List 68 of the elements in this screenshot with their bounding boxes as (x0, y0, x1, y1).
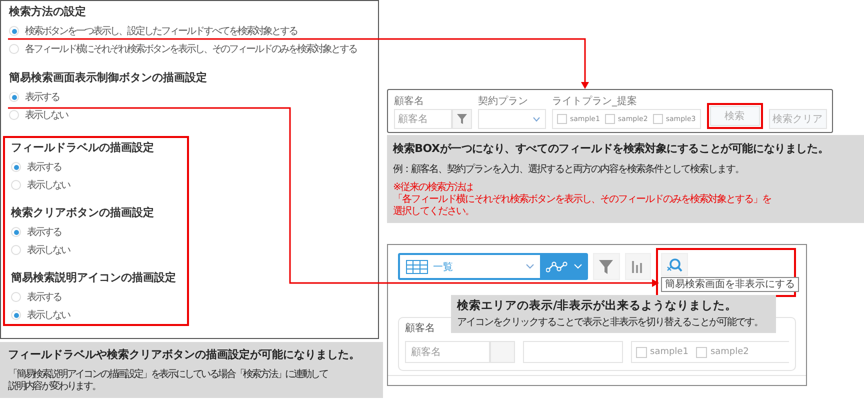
radio-button[interactable] (11, 180, 21, 190)
bar-chart-icon (632, 260, 644, 272)
search-button[interactable]: 検索 (710, 106, 760, 126)
radio-button[interactable] (9, 110, 19, 120)
note-text: 例：顧客名、契約プランを入力、選択すると両方の内容を検索条件として検索します。 (393, 162, 745, 176)
graph-icon (546, 260, 568, 272)
section-heading: フィールドラベルの描画設定 (11, 140, 155, 156)
section-heading: 簡易検索画面表示制御ボタンの描画設定 (9, 70, 208, 86)
note-text: 「簡易検索説明アイコンの描画設定」を表示にしている場合「検索方法」に連動して (8, 369, 329, 380)
radio-button[interactable] (9, 92, 19, 102)
radio-button[interactable] (11, 292, 21, 302)
warning-text: 選択してください。 (393, 206, 475, 218)
filter-button[interactable] (593, 253, 620, 280)
radio-button[interactable] (11, 245, 21, 255)
dropdown[interactable] (478, 109, 546, 129)
checkbox[interactable] (636, 346, 647, 358)
option-label: 各フィールド横にそれぞれ検索ボタンを表示し、そのフィールドのみを検索対象とする (25, 42, 356, 56)
filter-button[interactable] (452, 109, 472, 129)
option-label: 表示する (27, 290, 61, 304)
chevron-down-icon (574, 264, 582, 269)
input-field[interactable]: 顧客名 (405, 341, 490, 363)
checkbox[interactable] (652, 114, 663, 124)
option-label: 表示しない (27, 178, 70, 192)
checkbox[interactable] (604, 114, 615, 124)
radio-button[interactable] (9, 44, 19, 54)
field-label: 契約プラン (478, 96, 529, 108)
note-text: 説明内容が変わります。 (8, 381, 102, 393)
option-label: 表示しない (27, 308, 70, 322)
chart-button[interactable] (624, 253, 651, 280)
field-label: 顧客名 (405, 322, 435, 336)
input-field[interactable]: 顧客名 (394, 109, 452, 129)
warning-text: ※従来の検索方法は (393, 182, 474, 194)
field-label: 顧客名 (394, 96, 425, 108)
filter-icon (599, 260, 614, 274)
radio-button[interactable] (11, 162, 21, 172)
search-icon (666, 258, 682, 272)
radio-button[interactable] (11, 227, 21, 237)
option-label: 表示する (25, 90, 59, 104)
option-label: 表示しない (27, 244, 70, 257)
dropdown[interactable] (523, 341, 623, 363)
checkbox-label: sample1 (650, 347, 688, 357)
clear-button[interactable]: 検索クリア (768, 109, 827, 129)
radio-button[interactable] (11, 310, 21, 320)
checkbox[interactable] (696, 346, 708, 358)
note-title: 検索エリアの表示/非表示が出来るようなりました。 (457, 298, 738, 313)
section-heading: 検索クリアボタンの描画設定 (11, 205, 155, 221)
field-label: ライトプラン_提案 (552, 96, 638, 108)
note-title: 検索BOXが一つになり、すべてのフィールドを検索対象にすることが可能になりました。 (393, 141, 830, 156)
view-selector[interactable]: 一覧 (398, 253, 588, 280)
option-label: 表示する (27, 226, 61, 239)
warning-text: 「各フィールド横にそれぞれ検索ボタンを表示し、そのフィールドのみを検索対象とする」を (393, 194, 772, 206)
table-icon (406, 260, 428, 274)
option-label: 検索ボタンを一つ表示し、設定したフィールドすべてを検索対象とする (25, 24, 297, 38)
filter-icon (457, 114, 467, 124)
chevron-down-icon (533, 116, 540, 122)
view-name: 一覧 (433, 260, 454, 274)
checkbox-label: sample2 (710, 347, 749, 357)
checkbox[interactable] (557, 114, 567, 124)
option-label: 表示しない (25, 108, 68, 122)
option-label: 表示する (27, 160, 61, 174)
section-heading: 簡易検索説明アイコンの描画設定 (11, 270, 177, 286)
search-toggle-button[interactable] (661, 253, 688, 276)
section-heading: 検索方法の設定 (9, 4, 87, 20)
note-title: フィールドラベルや検索クリアボタンの描画設定が可能になりました。 (8, 347, 361, 362)
note-text: アイコンをクリックすることで表示と非表示を切り替えることが可能です。 (457, 316, 764, 329)
chevron-down-icon (526, 264, 534, 269)
tooltip: 簡易検索画面を非表示にする (661, 277, 799, 292)
radio-button[interactable] (9, 26, 19, 36)
